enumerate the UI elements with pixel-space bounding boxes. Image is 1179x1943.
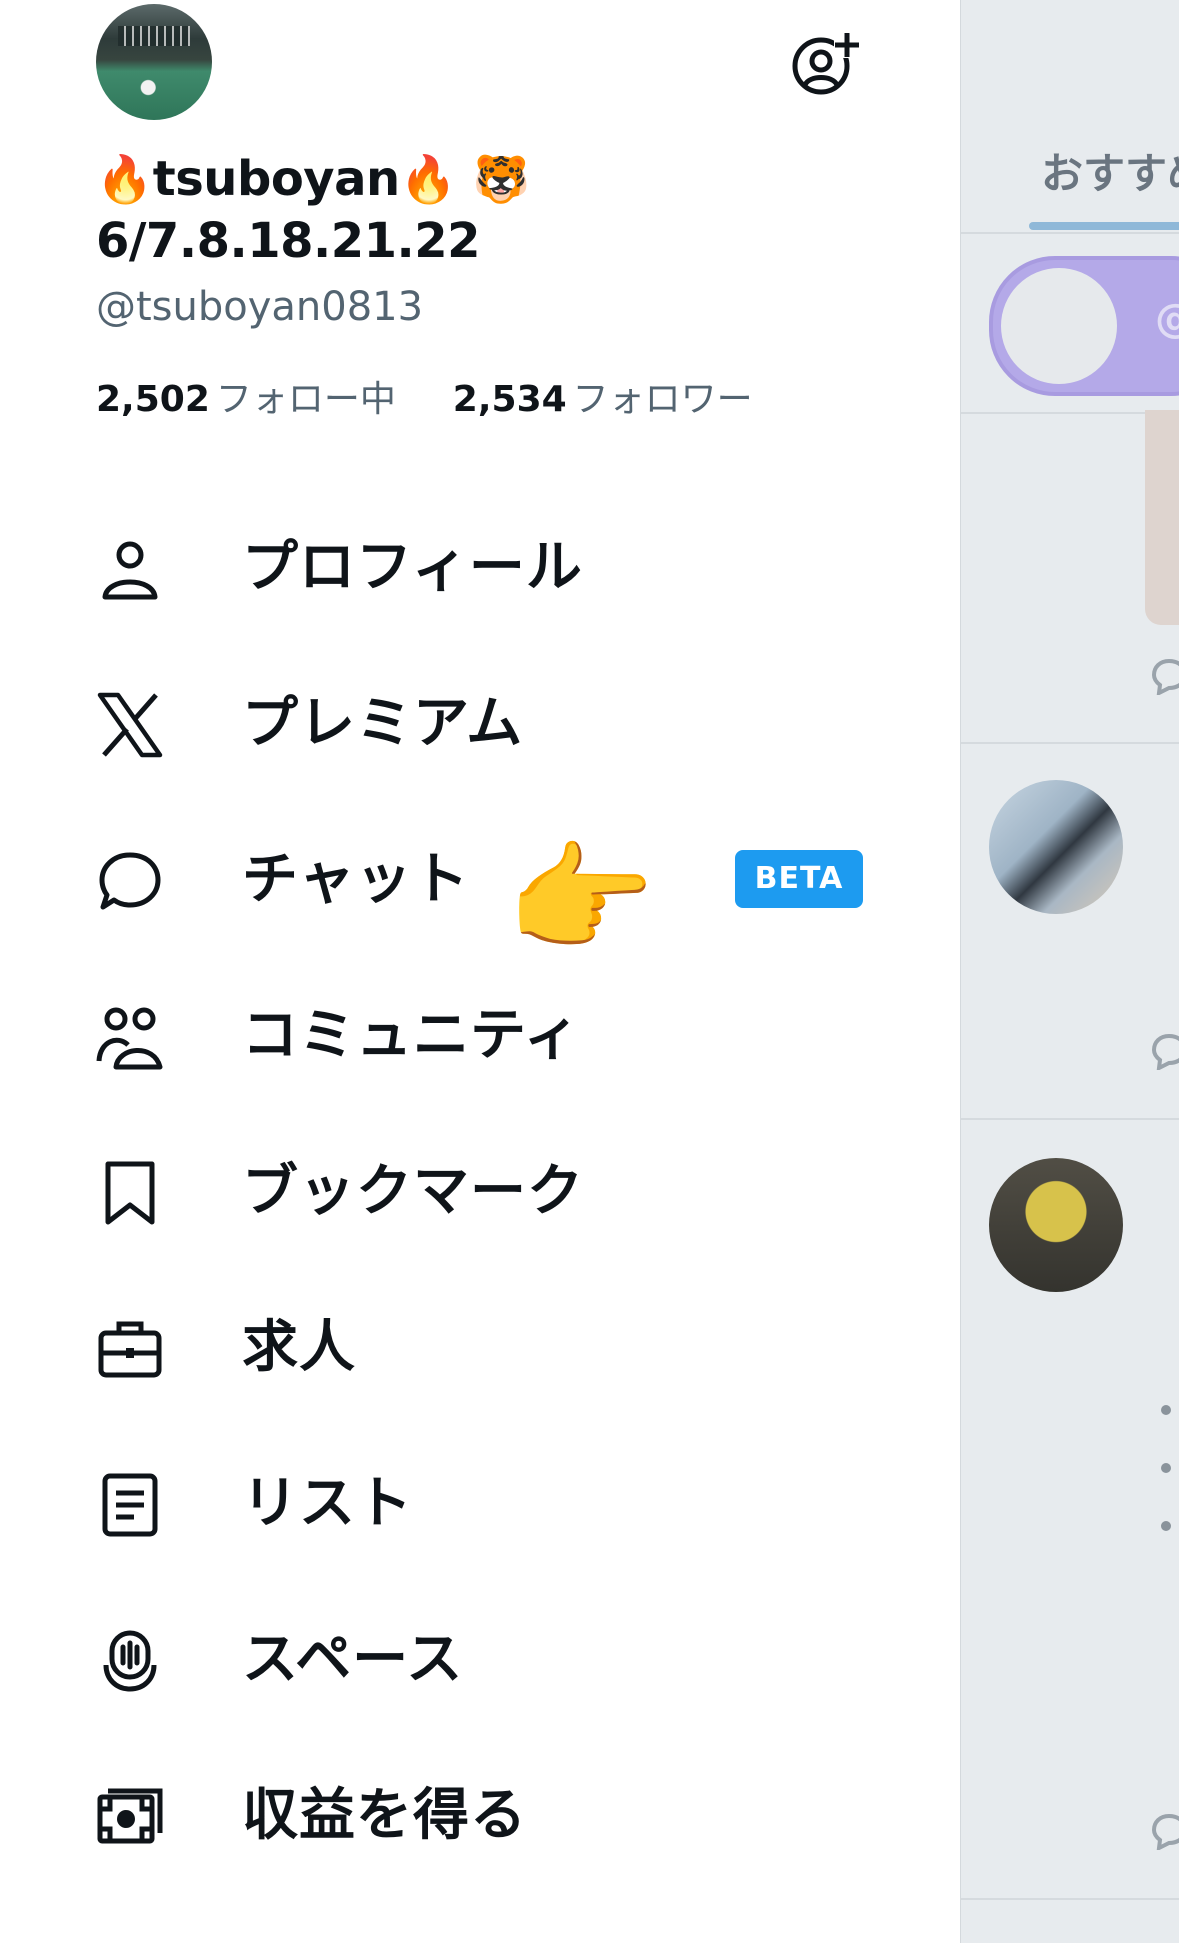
bullet [1161,1405,1171,1415]
following-count: 2,502 [96,379,210,420]
user-handle[interactable]: @tsuboyan0813 [96,284,423,330]
reply-icon[interactable] [1149,1810,1179,1850]
fire-icon: 🔥 [96,152,153,206]
menu-label-lists: リスト [242,1471,413,1536]
menu-label-spaces: スペース [242,1627,464,1692]
menu-item-jobs[interactable]: 求人 [0,1282,900,1412]
beta-badge: BETA [735,850,863,908]
person-icon [96,535,164,603]
menu-item-lists[interactable]: リスト [0,1438,900,1568]
tiger-icon: 🐯 [472,152,530,206]
reply-icon[interactable] [1149,655,1179,695]
tab-recommended[interactable]: おすすめ [1041,140,1179,201]
menu-label-profile: プロフィール [242,535,583,600]
post-media[interactable] [1145,410,1179,625]
following-link[interactable]: 2,502 フォロー中 [96,379,407,420]
divider [961,1118,1179,1120]
pointing-hand-icon: 👈 [510,830,660,969]
communities-icon [96,1003,164,1071]
bullet [1161,1521,1171,1531]
side-drawer: 🔥tsuboyan🔥 🐯 6/7.8.18.21.22 @tsuboyan081… [0,0,960,1943]
bookmark-icon [96,1159,164,1227]
menu-item-communities[interactable]: コミュニティ [0,970,900,1100]
menu-item-monetization[interactable]: 収益を得る [0,1750,900,1880]
menu-item-spaces[interactable]: スペース [0,1594,900,1724]
following-label: フォロー中 [215,379,396,420]
display-name-line2: 6/7.8.18.21.22 [96,213,481,269]
followers-link[interactable]: 2,534 フォロワー [441,379,753,420]
menu-label-jobs: 求人 [242,1315,356,1380]
divider [961,232,1179,234]
post-avatar[interactable] [989,1158,1123,1292]
menu-label-bookmarks: ブックマーク [242,1159,584,1224]
avatar[interactable] [96,4,212,120]
menu-item-bookmarks[interactable]: ブックマーク [0,1126,900,1256]
followers-label: フォロワー [572,379,753,420]
fire-icon: 🔥 [399,152,457,206]
spaces-icon [96,1627,164,1695]
display-name[interactable]: 🔥tsuboyan🔥 🐯 6/7.8.18.21.22 [96,148,656,272]
list-icon [96,1471,164,1539]
menu-item-premium[interactable]: プレミアム [0,658,900,788]
tab-underline [1029,222,1179,230]
divider [961,742,1179,744]
menu-label-monetization: 収益を得る [242,1783,527,1848]
x-logo-icon [96,691,164,759]
divider [961,1898,1179,1900]
briefcase-icon [96,1315,164,1383]
chat-bubble-icon [96,847,164,915]
pill-text: @ [1155,296,1179,342]
post-avatar[interactable] [989,780,1123,914]
pill-avatar [1001,268,1117,384]
menu-label-premium: プレミアム [242,691,524,756]
follow-stats: 2,502 フォロー中 2,534 フォロワー [96,370,753,422]
add-account-icon[interactable] [790,28,860,98]
menu-label-chat: チャット [242,847,470,912]
money-icon [96,1783,164,1851]
bullet [1161,1463,1171,1473]
menu-label-communities: コミュニティ [242,1003,581,1068]
spaces-pill[interactable]: @ [989,256,1179,396]
timeline-overlay[interactable]: おすすめ @ [960,0,1179,1943]
reply-icon[interactable] [1149,1030,1179,1070]
followers-count: 2,534 [452,379,567,420]
menu-item-profile[interactable]: プロフィール [0,502,900,632]
